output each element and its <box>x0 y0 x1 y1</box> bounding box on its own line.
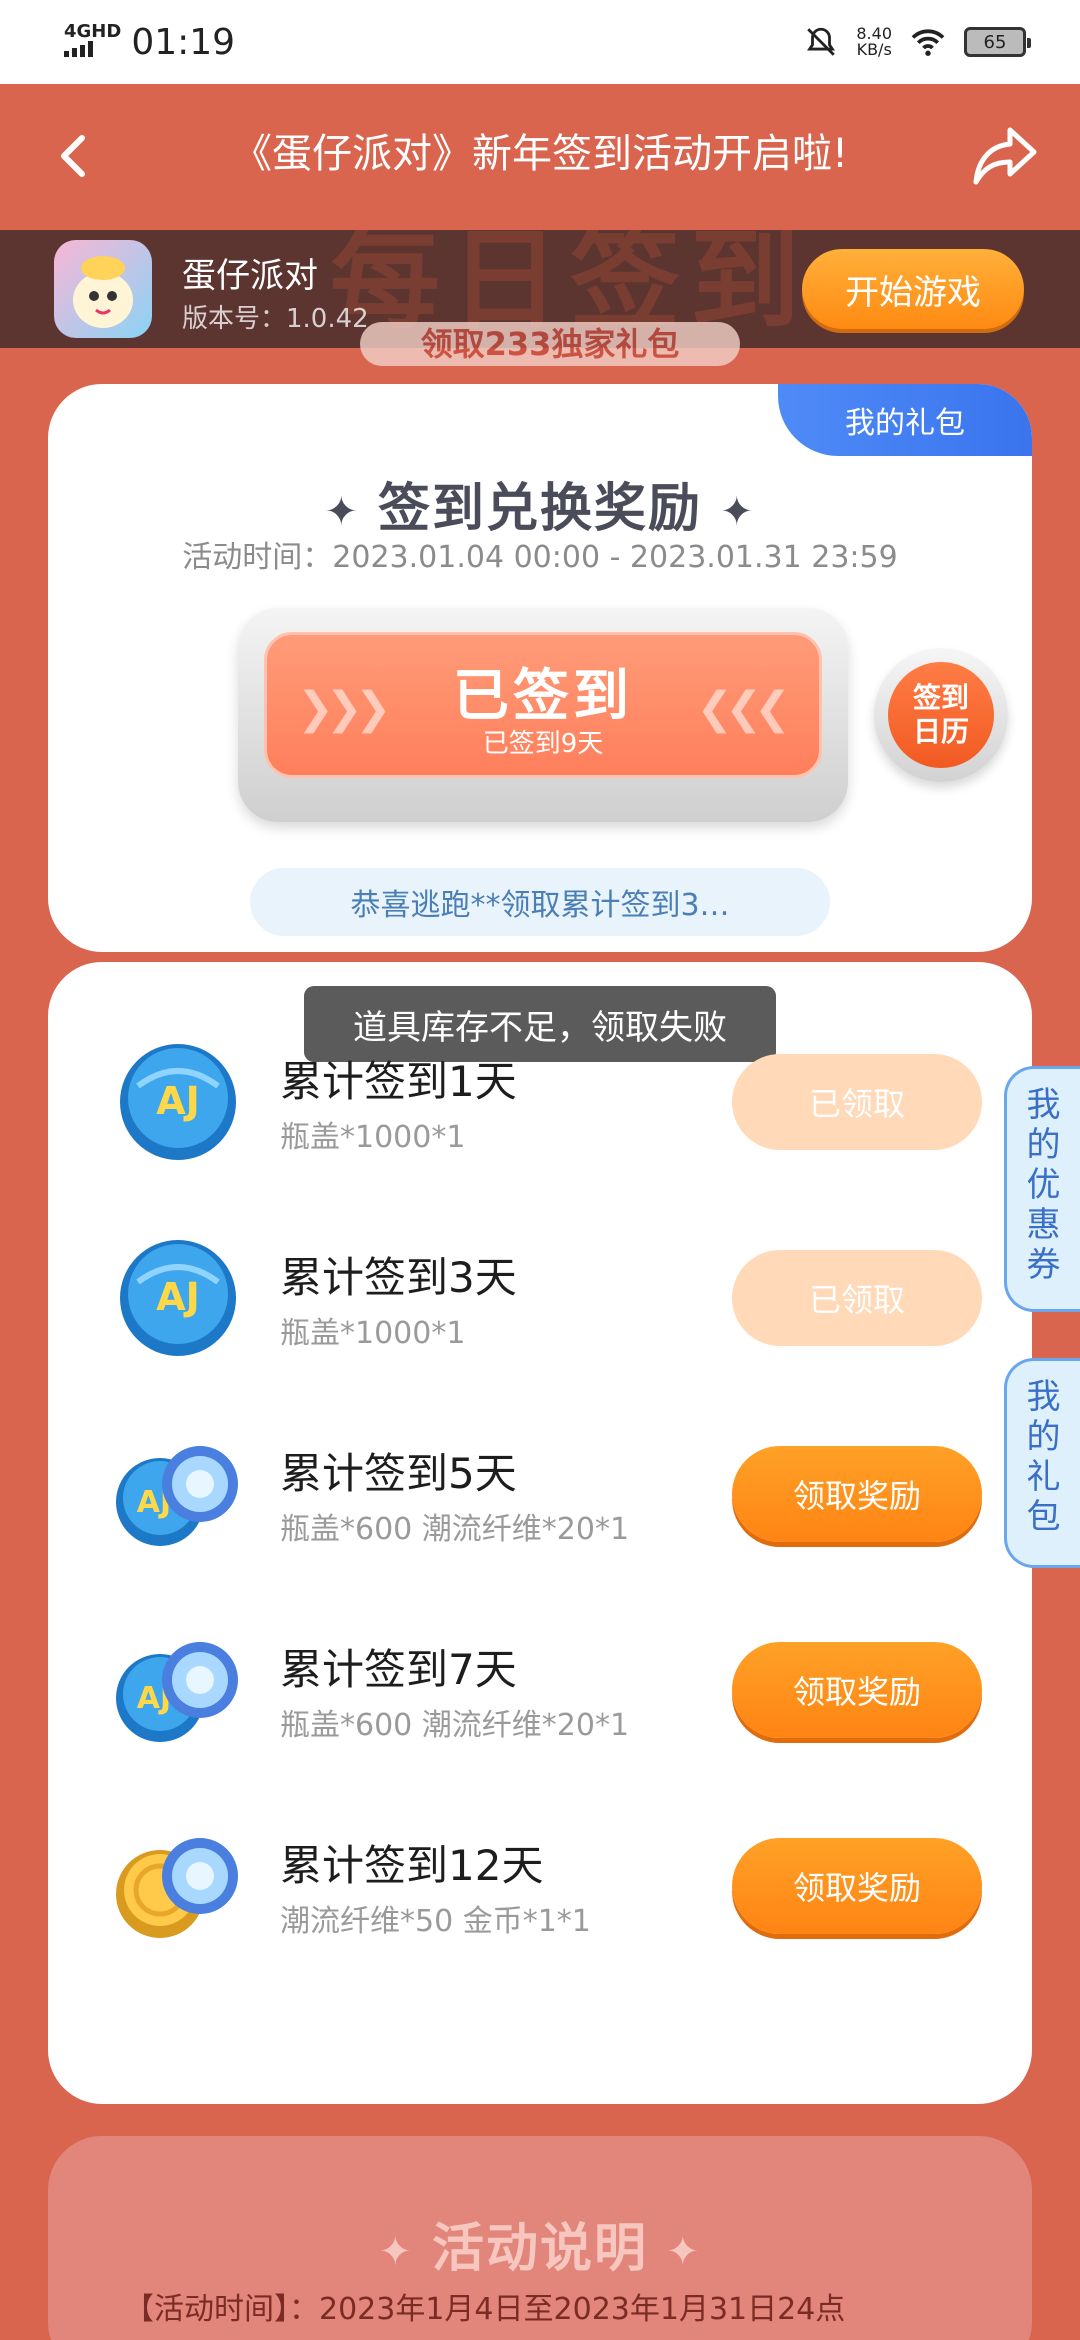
reward-desc: 瓶盖*600 潮流纤维*20*1 <box>280 1512 630 1547</box>
reward-title: 累计签到5天 <box>280 1449 517 1498</box>
claimed-button[interactable]: 已领取 <box>732 1250 982 1346</box>
rewards-card: 道具库存不足，领取失败 AJ 累计签到1天 瓶盖*1000*1 已领取 AJ 累… <box>48 962 1032 2104</box>
sparkle-icon: ✦ <box>378 2229 414 2275</box>
signed-in-button[interactable]: ❯❯❯ 已签到 已签到9天 ❮❮❮ <box>238 608 848 822</box>
signin-title: ✦ 签到兑换奖励 ✦ <box>48 466 1032 541</box>
claimed-button[interactable]: 已领取 <box>732 1054 982 1150</box>
svg-text:AJ: AJ <box>156 1079 200 1123</box>
bottle-cap-icon: AJ <box>120 1044 236 1160</box>
reward-desc: 瓶盖*1000*1 <box>280 1120 466 1155</box>
signin-calendar-button[interactable]: 签到 日历 <box>874 648 1008 782</box>
activity-time: 活动时间：2023.01.04 00:00 - 2023.01.31 23:59 <box>182 540 898 575</box>
reward-title: 累计签到7天 <box>280 1645 517 1694</box>
my-gifts-tab[interactable]: 我的礼包 <box>1004 1358 1080 1568</box>
svg-text:AJ: AJ <box>156 1275 200 1319</box>
clock: 01:19 <box>131 21 236 63</box>
bottle-cap-icon: AJ <box>120 1240 236 1356</box>
reward-row: AJ 累计签到5天 瓶盖*600 潮流纤维*20*1 领取奖励 <box>48 1428 1032 1558</box>
network-type: 4GHD <box>64 21 122 42</box>
chevron-left-icon[interactable] <box>46 128 102 184</box>
sparkle-icon: ✦ <box>720 489 756 535</box>
start-game-button[interactable]: 开始游戏 <box>802 249 1024 329</box>
network-speed: 8.40 KB/s <box>856 26 892 58</box>
signin-card: 我的礼包 ✦ 签到兑换奖励 ✦ 活动时间：2023.01.04 00:00 - 20… <box>48 384 1032 952</box>
info-title-text: 活动说明 <box>431 2219 648 2279</box>
cap-and-fiber-icon: AJ <box>116 1642 238 1742</box>
reward-row: 累计签到12天 潮流纤维*50 金币*1*1 领取奖励 <box>48 1820 1032 1950</box>
claim-notice-ticker: 恭喜逃跑**领取累计签到3… <box>250 868 830 936</box>
claim-reward-button[interactable]: 领取奖励 <box>732 1446 982 1542</box>
info-title: ✦ 活动说明 ✦ <box>48 2206 1032 2281</box>
reward-desc: 瓶盖*1000*1 <box>280 1316 466 1351</box>
network-indicator: 4GHD <box>64 23 121 61</box>
coin-and-fiber-icon <box>116 1838 238 1938</box>
nav-bar: 《蛋仔派对》新年签到活动开启啦! <box>0 84 1080 230</box>
banner-subheading: 领取233独家礼包 <box>360 322 740 366</box>
share-icon[interactable] <box>970 122 1040 188</box>
reward-title: 累计签到1天 <box>280 1057 517 1106</box>
wifi-icon <box>911 29 945 56</box>
speed-unit: KB/s <box>856 40 892 59</box>
reward-row: AJ 累计签到1天 瓶盖*1000*1 已领取 <box>48 1036 1032 1166</box>
calendar-label-line2: 日历 <box>912 715 969 748</box>
activity-info-card: ✦ 活动说明 ✦ 【活动时间】：2023年1月4日至2023年1月31日24点 <box>48 2136 1032 2340</box>
claim-reward-button[interactable]: 领取奖励 <box>732 1642 982 1738</box>
battery-level: 65 <box>983 31 1007 53</box>
reward-desc: 潮流纤维*50 金币*1*1 <box>280 1904 591 1939</box>
claim-reward-button[interactable]: 领取奖励 <box>732 1838 982 1934</box>
status-bar: 4GHD 01:19 8.40 KB/s 65 <box>0 0 1080 84</box>
my-coupons-tab[interactable]: 我的优惠券 <box>1004 1066 1080 1312</box>
my-gifts-label: 我的礼包 <box>1026 1377 1061 1537</box>
signin-title-text: 签到兑换奖励 <box>377 479 702 539</box>
sparkle-icon: ✦ <box>666 2229 702 2275</box>
signal-icon <box>64 41 93 57</box>
game-version: 版本号：1.0.42 <box>182 304 369 334</box>
game-name: 蛋仔派对 <box>182 256 318 296</box>
page-title: 《蛋仔派对》新年签到活动开启啦! <box>231 131 849 177</box>
game-app-icon <box>54 240 152 338</box>
mute-bell-icon <box>807 27 836 56</box>
reward-row: AJ 累计签到7天 瓶盖*600 潮流纤维*20*1 领取奖励 <box>48 1624 1032 1754</box>
my-gift-tab[interactable]: 我的礼包 <box>778 384 1032 456</box>
reward-title: 累计签到12天 <box>280 1841 544 1890</box>
chevrons-left-icon: ❮❮❮ <box>696 683 791 734</box>
cap-and-fiber-icon: AJ <box>116 1446 238 1546</box>
calendar-label-line1: 签到 <box>912 681 969 714</box>
my-coupons-label: 我的优惠券 <box>1026 1085 1061 1285</box>
info-time-text: 【活动时间】：2023年1月4日至2023年1月31日24点 <box>124 2292 846 2327</box>
sparkle-icon: ✦ <box>324 489 360 535</box>
reward-row: AJ 累计签到3天 瓶盖*1000*1 已领取 <box>48 1232 1032 1362</box>
reward-title: 累计签到3天 <box>280 1253 517 1302</box>
battery-icon: 65 <box>964 27 1031 57</box>
reward-desc: 瓶盖*600 潮流纤维*20*1 <box>280 1708 630 1743</box>
